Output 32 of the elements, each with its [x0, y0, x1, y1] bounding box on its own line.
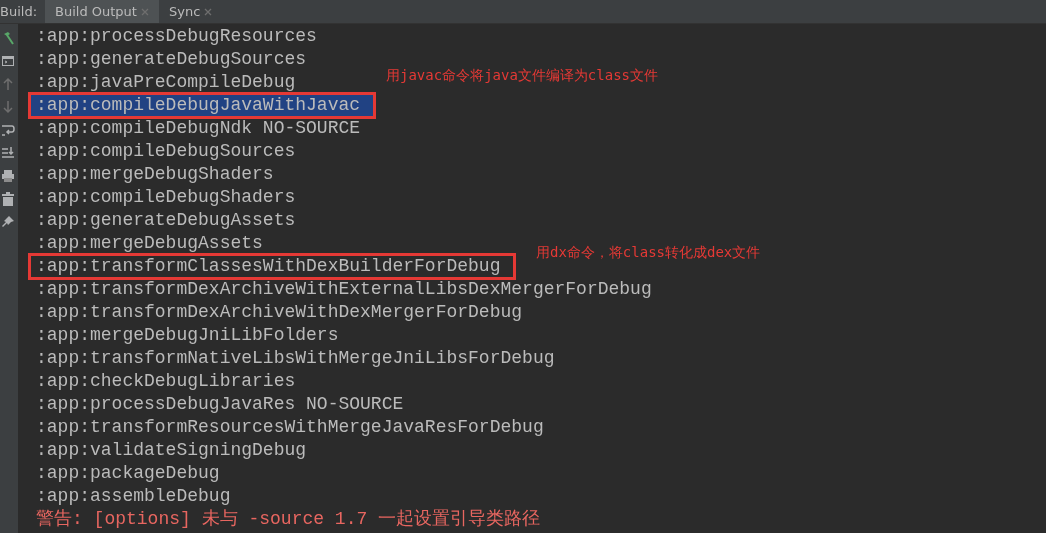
- scroll-to-end-icon[interactable]: [1, 145, 15, 161]
- log-line: :app:transformDexArchiveWithDexMergerForDebug: [35, 301, 524, 324]
- log-line: :app:javaPreCompileDebug: [35, 71, 297, 94]
- log-line: :app:transformResourcesWithMergeJavaResForDebug: [35, 416, 545, 439]
- log-line: :app:assembleDebug: [35, 485, 232, 508]
- log-line: :app:generateDebugAssets: [35, 209, 297, 232]
- annotation-text: 用dx命令，将class转化成dex文件: [536, 243, 761, 262]
- log-line: :app:processDebugJavaRes NO-SOURCE: [35, 393, 405, 416]
- log-line: :app:transformClassesWithDexBuilderForDebug: [30, 255, 515, 278]
- wrap-icon[interactable]: [1, 122, 15, 138]
- log-line: :app:compileDebugNdk NO-SOURCE: [35, 117, 362, 140]
- log-line: :app:mergeDebugShaders: [35, 163, 275, 186]
- log-line: :app:checkDebugLibraries: [35, 370, 297, 393]
- log-line: :app:validateSigningDebug: [35, 439, 308, 462]
- trash-icon[interactable]: [1, 191, 15, 207]
- log-line: :app:transformNativeLibsWithMergeJniLibsForDebug: [35, 347, 556, 370]
- tab[interactable]: Build Output: [45, 0, 159, 23]
- log-line: :app:mergeDebugJniLibFolders: [35, 324, 340, 347]
- annotation-text: 用javac命令将java文件编译为class文件: [386, 66, 658, 85]
- log-line: :app:compileDebugShaders: [35, 186, 297, 209]
- panel-title: Build:: [0, 3, 38, 21]
- log-line: :app:processDebugResources: [35, 25, 318, 48]
- log-line: :app:mergeDebugAssets: [35, 232, 264, 255]
- warning-line: 警告: [options] 未与 -source 1.7 一起设置引导类路径: [35, 508, 542, 531]
- log-line: :app:packageDebug: [35, 462, 221, 485]
- pin-icon[interactable]: [1, 214, 15, 230]
- log-line: :app:generateDebugSources: [35, 48, 308, 71]
- log-line: :app:compileDebugSources: [35, 140, 297, 163]
- tab[interactable]: Sync: [158, 0, 223, 23]
- log-line: :app:transformDexArchiveWithExternalLibsDexMergerForDebug: [35, 278, 653, 301]
- console-icon[interactable]: [1, 53, 15, 69]
- printer-icon[interactable]: [1, 168, 15, 184]
